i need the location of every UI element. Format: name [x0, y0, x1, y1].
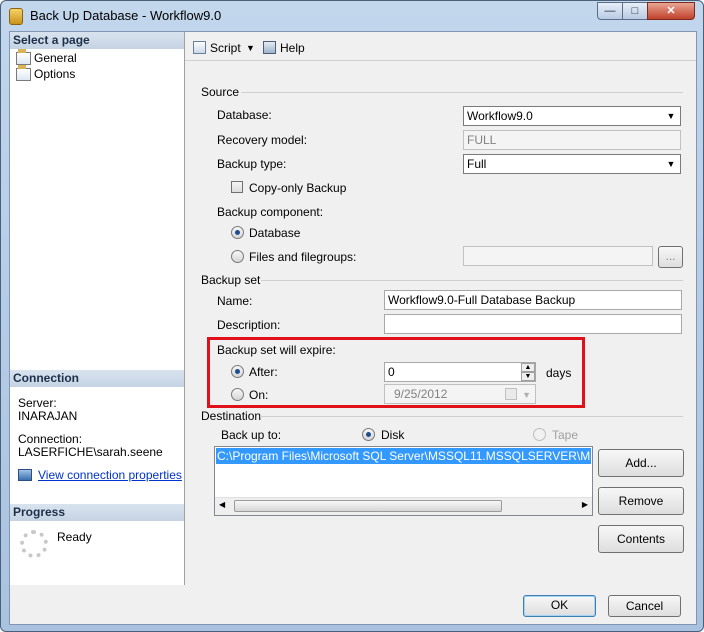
disk-radio[interactable]	[362, 428, 375, 441]
progress-icon	[20, 530, 48, 558]
back-up-to-label: Back up to:	[221, 428, 282, 442]
view-connection-properties-link[interactable]: View connection properties	[38, 468, 182, 482]
source-group-title: Source	[201, 85, 240, 99]
destination-group-title: Destination	[201, 409, 262, 423]
backup-type-label: Backup type:	[217, 157, 287, 171]
backup-type-combo[interactable]: Full ▼	[463, 154, 681, 174]
scrollbar-thumb[interactable]	[234, 500, 502, 512]
left-panel: Select a page General Options Connection…	[10, 32, 185, 585]
script-icon	[193, 41, 206, 54]
backup-type-value: Full	[467, 157, 487, 171]
on-label: On:	[249, 388, 269, 402]
minimize-button[interactable]: —	[597, 2, 623, 20]
backup-set-group-title: Backup set	[201, 273, 261, 287]
tape-radio[interactable]	[533, 428, 546, 441]
dropdown-arrow-icon: ▼	[666, 159, 676, 169]
destination-path-item[interactable]: C:\Program Files\Microsoft SQL Server\MS…	[216, 448, 591, 464]
copy-only-checkbox[interactable]	[231, 181, 243, 193]
view-connection-properties[interactable]: View connection properties	[18, 468, 182, 482]
expire-after-radio[interactable]	[231, 365, 244, 378]
expire-date-field[interactable]: 9/25/2012 ▼	[384, 384, 536, 404]
add-button[interactable]: Add...	[598, 449, 684, 477]
description-label: Description:	[217, 318, 281, 332]
component-database-label: Database	[249, 226, 301, 240]
dialog-footer: OK Cancel	[10, 585, 696, 624]
component-files-label: Files and filegroups:	[249, 250, 357, 264]
description-input[interactable]	[384, 314, 682, 334]
server-label: Server:	[18, 396, 57, 410]
remove-button[interactable]: Remove	[598, 487, 684, 515]
general-page: Script ▼ Help Source Database: Workflow9…	[185, 32, 696, 585]
scroll-left-icon[interactable]: ◀	[219, 500, 225, 509]
after-label: After:	[249, 365, 278, 379]
tape-label: Tape	[552, 428, 579, 442]
expire-date-value: 9/25/2012	[394, 387, 448, 401]
script-label: Script	[210, 41, 241, 55]
cancel-button[interactable]: Cancel	[608, 595, 681, 617]
page-item-options[interactable]: Options	[14, 65, 76, 82]
component-database-radio[interactable]	[231, 226, 244, 239]
spin-down-icon[interactable]: ▼	[521, 372, 535, 381]
progress-header: Progress	[10, 504, 184, 521]
scroll-right-icon[interactable]: ▶	[582, 500, 588, 509]
recovery-model-label: Recovery model:	[217, 133, 308, 147]
contents-button[interactable]: Contents	[598, 525, 684, 553]
recovery-model-field: FULL	[463, 130, 681, 150]
connection-header: Connection	[10, 370, 184, 387]
days-label: days	[546, 366, 572, 380]
help-label: Help	[280, 41, 305, 55]
toolbar: Script ▼ Help	[185, 32, 696, 61]
dialog-client: Select a page General Options Connection…	[9, 31, 697, 625]
maximize-button[interactable]: □	[622, 2, 648, 20]
window-title: Back Up Database - Workflow9.0	[30, 8, 222, 23]
select-page-header: Select a page	[10, 32, 184, 49]
expire-on-radio[interactable]	[231, 388, 244, 401]
page-item-label: Options	[34, 67, 76, 81]
dropdown-arrow-icon: ▼	[522, 390, 531, 400]
spin-up-icon[interactable]: ▲	[521, 363, 535, 372]
calendar-icon	[505, 388, 517, 400]
page-item-label: General	[34, 51, 77, 65]
name-label: Name:	[217, 294, 253, 308]
backup-set-divider	[261, 280, 683, 281]
connection-label: Connection:	[18, 432, 83, 446]
expire-label: Backup set will expire:	[217, 343, 336, 357]
help-button[interactable]: Help	[263, 40, 305, 56]
page-icon	[16, 49, 31, 65]
component-files-radio[interactable]	[231, 250, 244, 263]
source-divider	[241, 92, 683, 93]
help-icon	[263, 41, 276, 54]
destination-listbox[interactable]: C:\Program Files\Microsoft SQL Server\MS…	[214, 446, 593, 516]
backup-component-label: Backup component:	[217, 205, 324, 219]
database-combo[interactable]: Workflow9.0 ▼	[463, 106, 681, 126]
script-dropdown-arrow-icon[interactable]: ▼	[246, 40, 255, 56]
database-label: Database:	[217, 108, 272, 122]
server-value: INARAJAN	[18, 409, 78, 423]
disk-label: Disk	[381, 428, 405, 442]
filegroups-field	[463, 246, 653, 266]
database-value: Workflow9.0	[467, 109, 533, 123]
title-bar[interactable]: Back Up Database - Workflow9.0 — □ ✕	[1, 1, 703, 31]
horizontal-scrollbar[interactable]: ◀ ▶	[215, 497, 592, 515]
expire-days-input[interactable]: 0	[384, 362, 536, 382]
database-icon	[9, 8, 23, 25]
page-item-general[interactable]: General	[14, 49, 77, 66]
script-button[interactable]: Script	[193, 40, 241, 56]
connection-icon	[18, 469, 32, 481]
ok-button[interactable]: OK	[523, 595, 596, 617]
destination-divider	[260, 416, 683, 417]
connection-value: LASERFICHE\sarah.seene	[18, 445, 163, 459]
page-icon	[16, 65, 31, 81]
close-button[interactable]: ✕	[647, 2, 695, 20]
copy-only-label: Copy-only Backup	[249, 181, 347, 195]
progress-status: Ready	[57, 530, 92, 544]
backup-database-window: Back Up Database - Workflow9.0 — □ ✕ Sel…	[0, 0, 704, 632]
dropdown-arrow-icon: ▼	[666, 111, 676, 121]
browse-filegroups-button[interactable]: ...	[658, 246, 683, 268]
backup-name-input[interactable]: Workflow9.0-Full Database Backup	[384, 290, 682, 310]
